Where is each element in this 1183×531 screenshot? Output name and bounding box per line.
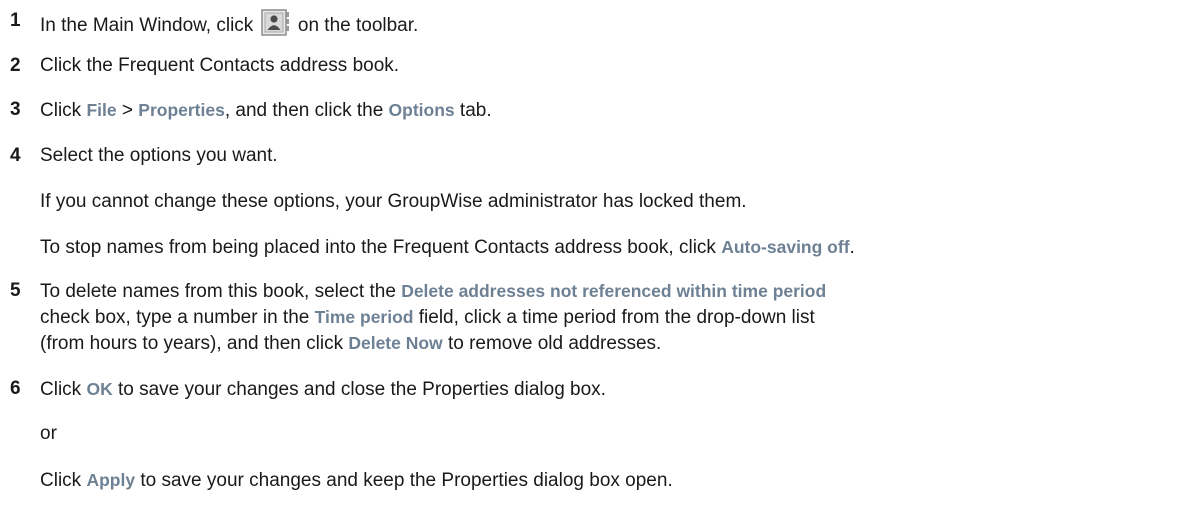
step-text: to save your changes and close the Prope… xyxy=(112,379,606,400)
step-text: , and then click the xyxy=(224,100,389,121)
step-text: (from hours to years), and then click xyxy=(40,333,349,354)
or-text: or xyxy=(40,423,57,444)
step-text: to save your changes and keep the Proper… xyxy=(135,470,673,491)
step-text: Click the Frequent Contacts address book… xyxy=(40,55,400,76)
address-book-icon xyxy=(260,9,291,37)
step-text: to remove old addresses. xyxy=(442,333,662,354)
step-text: field, click a time period from the drop… xyxy=(413,307,815,328)
instruction-document: 1 In the Main Window, click on the toolb… xyxy=(0,0,1183,531)
step-text: Select the options you want. xyxy=(40,145,278,166)
step-text: check box, type a number in the xyxy=(40,307,315,328)
step-text: Click xyxy=(40,379,87,400)
delete-addresses-checkbox-ref: Delete addresses not referenced within t… xyxy=(401,281,827,301)
step-text: To delete names from this book, select t… xyxy=(40,281,402,302)
step-number: 3 xyxy=(10,99,21,120)
step-text: > xyxy=(116,100,139,121)
step-number: 5 xyxy=(10,280,21,301)
note-text: . xyxy=(849,237,855,258)
step-text: In the Main Window, click xyxy=(40,15,259,36)
time-period-field-ref: Time period xyxy=(314,307,414,327)
apply-button-ref: Apply xyxy=(86,470,136,490)
step-number: 4 xyxy=(10,145,21,166)
delete-now-button-ref: Delete Now xyxy=(348,333,443,353)
step-number: 2 xyxy=(10,55,21,76)
step-number: 1 xyxy=(10,10,21,31)
step-number: 6 xyxy=(10,378,21,399)
step-text: on the toolbar. xyxy=(292,15,419,36)
step-text: Click xyxy=(40,100,87,121)
note-text: To stop names from being placed into the… xyxy=(40,237,722,258)
note-text: If you cannot change these options, your… xyxy=(40,191,747,212)
auto-saving-off-ref: Auto-saving off xyxy=(721,237,850,257)
ok-button-ref: OK xyxy=(86,379,113,399)
step-text: Click xyxy=(40,470,87,491)
step-text: tab. xyxy=(454,100,492,121)
menu-properties-ref: Properties xyxy=(138,100,225,120)
menu-file-ref: File xyxy=(86,100,117,120)
tab-options-ref: Options xyxy=(388,100,455,120)
